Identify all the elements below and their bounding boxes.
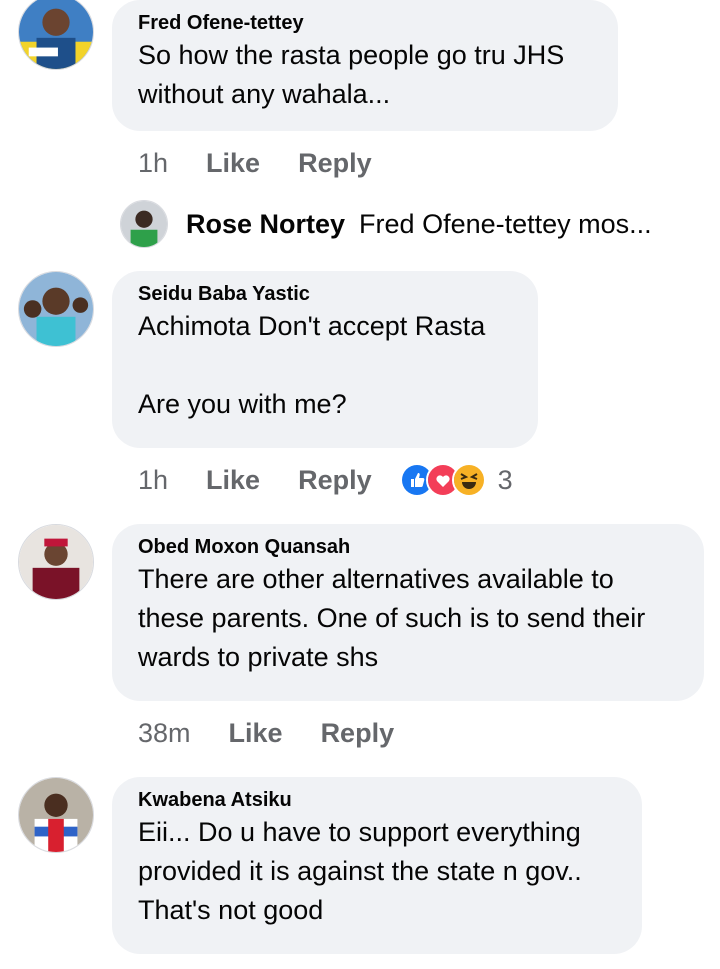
like-button[interactable]: Like xyxy=(229,718,283,749)
comment-bubble: Fred Ofene-tettey So how the rasta peopl… xyxy=(112,0,618,131)
reaction-count: 3 xyxy=(497,464,513,495)
comment-bubble: Kwabena Atsiku Eii... Do u have to suppo… xyxy=(112,777,642,954)
haha-reaction-icon xyxy=(451,463,486,497)
comment-text: There are other alternatives available t… xyxy=(138,564,646,672)
comment-actions: 38m Like Reply xyxy=(138,713,432,753)
comment-text: Eii... Do u have to support everything p… xyxy=(138,817,582,925)
reply-author[interactable]: Rose Nortey xyxy=(186,209,345,240)
reply-text: Fred Ofene-tettey mos... xyxy=(359,208,652,239)
like-button[interactable]: Like xyxy=(206,465,260,496)
comment-author[interactable]: Kwabena Atsiku xyxy=(138,787,616,813)
comment-actions: 1h Like Reply 3 xyxy=(138,460,513,500)
comment-time[interactable]: 1h xyxy=(138,465,168,496)
avatar[interactable] xyxy=(18,777,94,853)
avatar[interactable] xyxy=(18,524,94,600)
avatar[interactable] xyxy=(120,200,168,248)
comment-author[interactable]: Fred Ofene-tettey xyxy=(138,10,592,36)
comment-actions: 1h Like Reply xyxy=(138,143,410,183)
comment-author[interactable]: Seidu Baba Yastic xyxy=(138,281,512,307)
reaction-summary[interactable]: 3 xyxy=(399,463,513,497)
avatar[interactable] xyxy=(18,271,94,347)
comment-bubble: Obed Moxon Quansah There are other alter… xyxy=(112,524,704,701)
reply-button[interactable]: Reply xyxy=(298,465,372,496)
reply-button[interactable]: Reply xyxy=(321,718,395,749)
comment-text: Achimota Don't accept Rasta Are you with… xyxy=(138,311,486,419)
avatar[interactable] xyxy=(18,0,94,70)
comment-bubble: Seidu Baba Yastic Achimota Don't accept … xyxy=(112,271,538,448)
like-button[interactable]: Like xyxy=(206,148,260,179)
reply-button[interactable]: Reply xyxy=(298,148,372,179)
comment-time[interactable]: 38m xyxy=(138,718,191,749)
comment-text: So how the rasta people go tru JHS witho… xyxy=(138,40,565,109)
comment-author[interactable]: Obed Moxon Quansah xyxy=(138,534,678,560)
reply-preview[interactable]: Rose Nortey Fred Ofene-tettey mos... xyxy=(120,199,700,249)
comment-time[interactable]: 1h xyxy=(138,148,168,179)
